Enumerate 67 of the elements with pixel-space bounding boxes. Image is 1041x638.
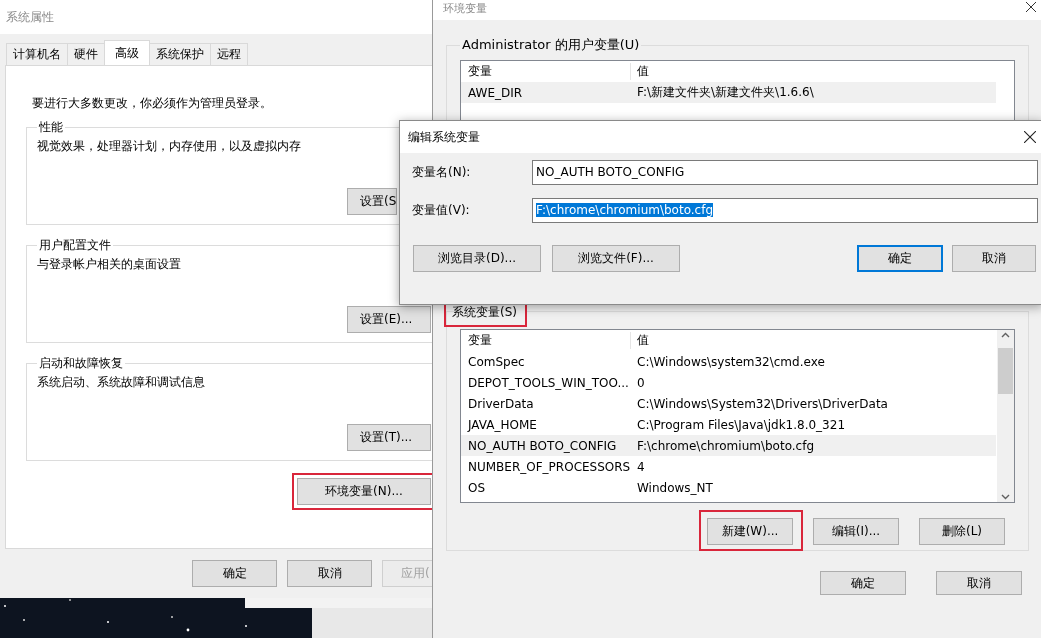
dialog-button[interactable]: 浏览目录(D)... bbox=[413, 245, 541, 272]
tab[interactable]: 高级 bbox=[104, 40, 150, 65]
scrollbar[interactable] bbox=[997, 330, 1014, 502]
list-row[interactable]: DriverData C:\Windows\System32\Drivers\DriverData bbox=[461, 393, 996, 414]
scroll-down-icon[interactable] bbox=[1001, 494, 1010, 500]
dialog-button[interactable]: 取消 bbox=[287, 560, 372, 587]
close-icon[interactable] bbox=[1026, 2, 1036, 12]
environment-variables-button[interactable]: 环境变量(N)... bbox=[297, 478, 431, 505]
field-label: 变量值(V): bbox=[412, 201, 471, 219]
variable-name: OS bbox=[467, 480, 487, 495]
group-description: 视觉效果，处理器计划，内存使用，以及虚拟内存 bbox=[37, 138, 301, 155]
settings-button[interactable]: 设置(E)... bbox=[347, 306, 431, 333]
variable-value: 0 bbox=[636, 375, 646, 390]
dialog-button[interactable]: 浏览文件(F)... bbox=[552, 245, 680, 272]
dialog-button[interactable]: 取消 bbox=[936, 571, 1022, 595]
scroll-up-icon[interactable] bbox=[1001, 332, 1010, 338]
column-header[interactable]: 变量 bbox=[461, 332, 631, 349]
variable-value: Windows_NT bbox=[636, 480, 714, 495]
selected-row[interactable]: NO_AUTH BOTO_CONFIG F:\chrome\chromium\boto.cfg bbox=[461, 435, 996, 456]
group-title: 系统变量(S) bbox=[452, 304, 517, 321]
notice-text: 要进行大多数更改，你必须作为管理员登录。 bbox=[32, 95, 273, 112]
variable-name: NUMBER_OF_PROCESSORS bbox=[467, 459, 631, 474]
settings-button[interactable]: 设置(T)... bbox=[347, 424, 431, 451]
group-title: 性能 bbox=[38, 119, 64, 136]
selected-row[interactable]: AWE_DIR F:\新建文件夹\新建文件夹\1.6.6\ bbox=[461, 82, 996, 103]
variable-name: ComSpec bbox=[467, 354, 526, 369]
list-row[interactable]: ComSpec C:\Windows\system32\cmd.exe bbox=[461, 351, 996, 372]
column-header[interactable]: 值 bbox=[631, 63, 649, 80]
group-description: 与登录帐户相关的桌面设置 bbox=[37, 256, 181, 273]
list-row[interactable]: NUMBER_OF_PROCESSORS 4 bbox=[461, 456, 996, 477]
group-description: 系统启动、系统故障和调试信息 bbox=[37, 374, 205, 391]
list-row[interactable]: OS Windows_NT bbox=[461, 477, 996, 498]
list-action-button[interactable]: 编辑(I)... bbox=[813, 518, 899, 545]
variable-value: C:\Windows\system32\cmd.exe bbox=[636, 354, 826, 369]
group-title: 启动和故障恢复 bbox=[38, 355, 124, 372]
list-row[interactable]: JAVA_HOME C:\Program Files\Java\jdk1.8.0_321 bbox=[461, 414, 996, 435]
group-title: Administrator 的用户变量(U) bbox=[461, 36, 641, 54]
list-row[interactable]: DEPOT_TOOLS_WIN_TOO... 0 bbox=[461, 372, 996, 393]
list-action-button[interactable]: 删除(L) bbox=[919, 518, 1005, 545]
variable-name: JAVA_HOME bbox=[466, 417, 538, 432]
variable-name: DEPOT_TOOLS_WIN_TOO... bbox=[467, 375, 630, 390]
dialog-button[interactable]: 确定 bbox=[192, 560, 277, 587]
field-label: 变量名(N): bbox=[412, 163, 472, 181]
variable-value: F:\chrome\chromium\boto.cfg bbox=[636, 438, 815, 453]
close-icon[interactable] bbox=[1024, 131, 1036, 143]
settings-button[interactable]: 设置(S bbox=[347, 188, 397, 215]
tab[interactable]: 计算机名 bbox=[6, 43, 68, 65]
variable-value: F:\新建文件夹\新建文件夹\1.6.6\ bbox=[636, 84, 814, 101]
input-field[interactable]: F:\chrome\chromium\boto.cfg bbox=[532, 197, 1038, 223]
dialog-button[interactable]: 确定 bbox=[820, 571, 906, 595]
window-title: 编辑系统变量 bbox=[408, 128, 480, 146]
variable-name: NO_AUTH BOTO_CONFIG bbox=[467, 438, 618, 453]
column-header[interactable]: 变量 bbox=[461, 63, 631, 80]
dialog-button[interactable]: 取消 bbox=[952, 245, 1036, 272]
variable-value: C:\Program Files\Java\jdk1.8.0_321 bbox=[636, 417, 846, 432]
scroll-thumb[interactable] bbox=[998, 348, 1013, 394]
group-title: 用户配置文件 bbox=[38, 237, 112, 254]
variable-value: C:\Windows\System32\Drivers\DriverData bbox=[636, 396, 889, 411]
list-action-button[interactable]: 新建(W)... bbox=[707, 518, 793, 545]
dialog-button[interactable]: 确定 bbox=[857, 245, 943, 272]
window-title: 环境变量 bbox=[443, 1, 487, 16]
tab[interactable]: 远程 bbox=[210, 43, 248, 65]
variable-name: AWE_DIR bbox=[467, 85, 524, 100]
input-field[interactable]: NO_AUTH BOTO_CONFIG bbox=[532, 159, 1038, 185]
column-header[interactable]: 值 bbox=[631, 332, 669, 349]
variable-name: DriverData bbox=[467, 396, 535, 411]
variable-value: 4 bbox=[636, 459, 646, 474]
